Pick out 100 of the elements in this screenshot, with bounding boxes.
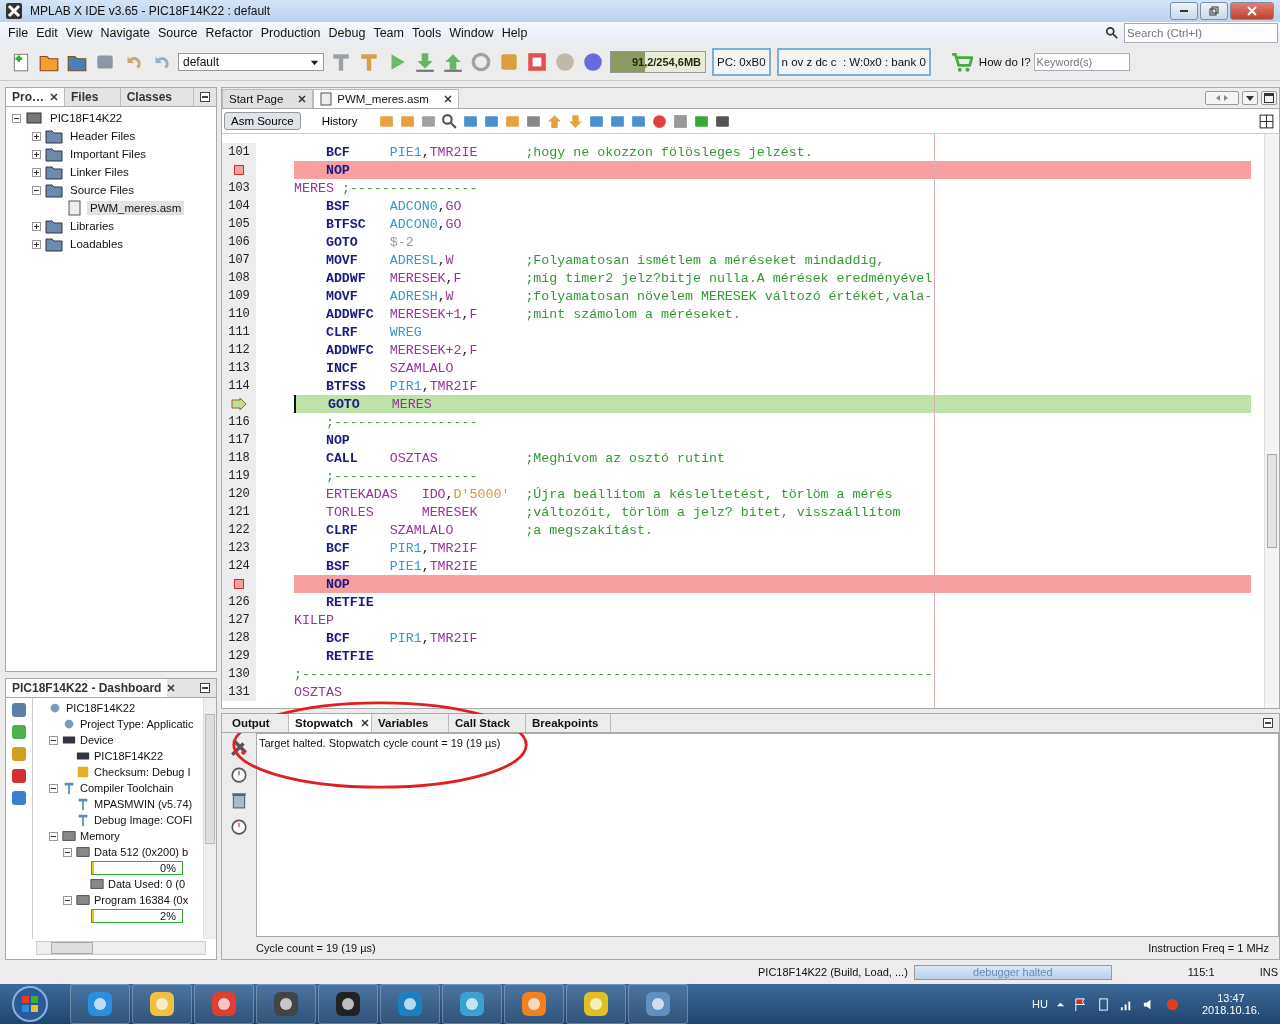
expander-icon[interactable] <box>49 735 58 745</box>
expander-icon[interactable] <box>32 221 41 231</box>
tools-icon[interactable] <box>230 739 248 757</box>
tree-item[interactable]: PWM_meres.asm <box>87 201 185 215</box>
taskbar-button[interactable] <box>70 984 130 1024</box>
panel-tab[interactable]: Call Stack <box>449 714 526 732</box>
stop-icon[interactable] <box>526 51 548 73</box>
taskbar-button[interactable] <box>628 984 688 1024</box>
taskbar-button[interactable] <box>132 984 192 1024</box>
menu-item[interactable]: Debug <box>324 26 370 40</box>
scrollbar[interactable] <box>1264 134 1279 708</box>
tree-item[interactable]: Libraries <box>67 219 118 233</box>
taskbar-button[interactable] <box>442 984 502 1024</box>
taskbar-button[interactable] <box>318 984 378 1024</box>
search-field[interactable]: Search (Ctrl+I) <box>1124 23 1278 43</box>
record-icon[interactable] <box>651 112 669 130</box>
expander-icon[interactable] <box>12 113 21 123</box>
menu-item[interactable]: Source <box>153 26 202 40</box>
menu-item[interactable]: Edit <box>32 26 62 40</box>
breakpoint-icon[interactable] <box>234 579 244 589</box>
tree-item[interactable]: Compiler Toolchain <box>80 782 174 794</box>
taskbar-button[interactable] <box>256 984 316 1024</box>
menu-item[interactable]: File <box>4 26 33 40</box>
configuration-dropdown[interactable]: default <box>178 53 324 71</box>
breakpoint-icon[interactable] <box>234 165 244 175</box>
taskbar-button[interactable] <box>504 984 564 1024</box>
menu-item[interactable]: View <box>61 26 97 40</box>
tree-item[interactable]: PIC18F14K22 <box>94 750 164 762</box>
view-toggle[interactable]: History <box>314 112 365 130</box>
stopwatch-icon[interactable] <box>230 817 248 835</box>
tree-item[interactable]: Program 16384 (0x <box>94 894 189 906</box>
trash-icon[interactable] <box>230 791 248 809</box>
clock-date[interactable]: 2018.10.16. <box>1201 1004 1260 1016</box>
split-icon[interactable] <box>1258 112 1275 130</box>
panel-tab[interactable]: Pro… <box>6 88 65 106</box>
tree-item[interactable]: Memory <box>80 830 120 842</box>
close-icon[interactable] <box>298 95 307 103</box>
close-icon[interactable] <box>167 684 176 692</box>
scrollbar[interactable] <box>203 698 216 939</box>
panel-tab[interactable]: Classes <box>120 88 194 106</box>
tree-item[interactable]: Source Files <box>67 183 137 197</box>
expander-icon[interactable] <box>32 167 41 177</box>
stop-record-icon[interactable] <box>672 112 690 130</box>
search-icon[interactable] <box>441 112 459 130</box>
panel-tab[interactable]: Breakpoints <box>526 714 611 732</box>
flag-icon[interactable] <box>1072 996 1088 1012</box>
taskbar-button[interactable] <box>380 984 440 1024</box>
expander-icon[interactable] <box>63 847 72 857</box>
close-icon[interactable] <box>361 719 370 727</box>
tree-item[interactable]: Important Files <box>67 147 150 161</box>
minimize-button[interactable] <box>1170 2 1198 20</box>
keyword-field[interactable]: Keyword(s) <box>1033 53 1130 71</box>
close-icon[interactable] <box>50 93 58 101</box>
program-device-icon[interactable] <box>414 51 436 73</box>
tree-item[interactable]: Linker Files <box>67 165 132 179</box>
expander-icon[interactable] <box>32 239 41 249</box>
expander-icon[interactable] <box>32 131 41 141</box>
tab-list-button[interactable] <box>1242 91 1258 105</box>
tree-item[interactable]: Project Type: Applicatic <box>80 718 194 730</box>
menu-item[interactable]: Navigate <box>96 26 154 40</box>
tree-item[interactable]: Device <box>80 734 114 746</box>
menu-item[interactable]: Production <box>256 26 325 40</box>
menu-item[interactable]: Window <box>445 26 498 40</box>
panel-tab[interactable]: Variables <box>372 714 449 732</box>
language-indicator[interactable]: HU <box>1032 998 1048 1010</box>
panel-tab[interactable]: Stopwatch <box>289 714 372 732</box>
tree-item[interactable]: PIC18F14K22 <box>47 111 126 125</box>
menu-item[interactable]: Refactor <box>201 26 257 40</box>
tree-item[interactable]: MPASMWIN (v5.74) <box>94 798 193 810</box>
panel-tab[interactable]: Files <box>65 88 121 106</box>
tree-item[interactable]: Data 512 (0x200) b <box>94 846 189 858</box>
restore-button[interactable] <box>1200 2 1228 20</box>
stopwatch-icon[interactable] <box>230 765 248 783</box>
tree-item[interactable]: Header Files <box>67 129 139 143</box>
expander-icon[interactable] <box>63 895 72 905</box>
tree-item[interactable]: Debug Image: COFI <box>94 814 193 826</box>
panel-tab[interactable]: PIC18F14K22 - Dashboard <box>6 679 168 697</box>
expander-icon[interactable] <box>32 149 41 159</box>
horizontal-scrollbar[interactable] <box>36 941 206 955</box>
search-icon[interactable] <box>1104 26 1120 40</box>
menu-item[interactable]: Team <box>369 26 408 40</box>
menu-item[interactable]: Tools <box>407 26 446 40</box>
maximize-button[interactable] <box>1261 91 1277 105</box>
menu-item[interactable]: Help <box>497 26 532 40</box>
tree-item[interactable]: Checksum: Debug I <box>94 766 191 778</box>
view-toggle[interactable]: Asm Source <box>224 112 301 130</box>
taskbar-button[interactable] <box>566 984 626 1024</box>
tree-item[interactable]: PIC18F14K22 <box>66 702 136 714</box>
clock-time[interactable]: 13:47 <box>1217 992 1245 1004</box>
start-button[interactable] <box>10 984 50 1024</box>
expander-icon[interactable] <box>32 185 41 195</box>
close-button[interactable] <box>1230 2 1274 20</box>
taskbar-button[interactable] <box>194 984 254 1024</box>
expander-icon[interactable] <box>49 783 58 793</box>
expander-icon[interactable] <box>49 831 58 841</box>
tree-item[interactable]: Loadables <box>67 237 127 251</box>
close-icon[interactable] <box>443 95 452 103</box>
editor-tab[interactable]: Start Page <box>222 89 314 108</box>
editor-tab[interactable]: PWM_meres.asm <box>313 89 459 108</box>
tree-item[interactable]: Data Used: 0 (0 <box>108 878 186 890</box>
